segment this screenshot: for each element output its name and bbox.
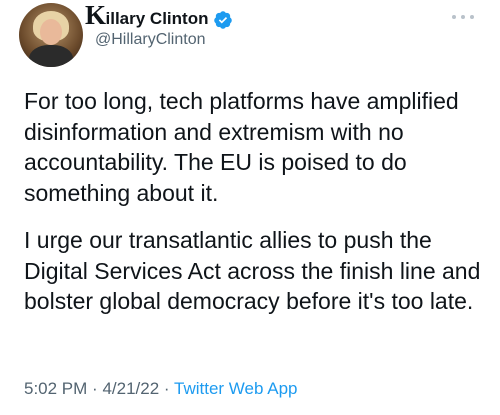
more-dot [461,15,465,19]
author-name-rest: illary Clinton [105,9,209,28]
more-options-icon[interactable] [452,10,474,24]
meta-separator: · [92,379,98,398]
author-name[interactable]: K illary Clinton [85,2,233,32]
tweet-date[interactable]: 4/21/22 [102,379,159,398]
tweet-source-app[interactable]: Twitter Web App [174,379,297,398]
meta-separator: · [163,379,170,398]
author-name-first-letter: K [85,0,106,30]
tweet-text-paragraph-1: For too long, tech platforms have amplif… [24,88,459,206]
tweet-meta: 5:02 PM · 4/21/22 · Twitter Web App [24,379,297,399]
tweet-text-paragraph-2: I urge our transatlantic allies to push … [24,227,481,314]
avatar-face [40,19,62,45]
more-dot [452,15,456,19]
more-dot [470,15,474,19]
tweet-card: K illary Clinton @HillaryClinton For too… [0,0,500,415]
verified-badge-icon [214,11,233,29]
tweet-time[interactable]: 5:02 PM [24,379,87,398]
avatar-body [29,45,73,67]
avatar[interactable] [19,3,83,67]
author-handle[interactable]: @HillaryClinton [95,31,206,49]
